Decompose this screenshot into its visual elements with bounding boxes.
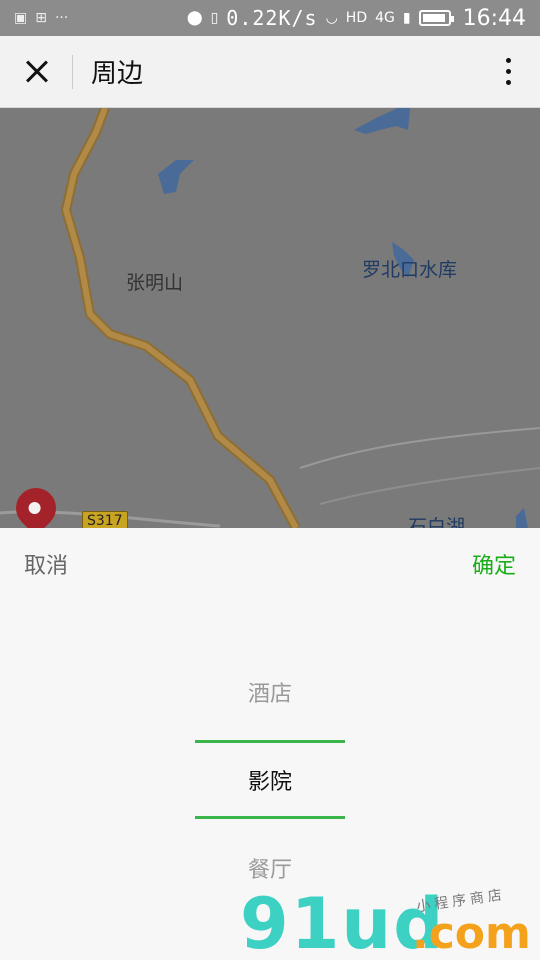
signal-icon: ▮: [402, 10, 411, 26]
picker-header: 取消 确定: [0, 528, 540, 600]
map-view[interactable]: 张明山 罗北口水库 石白湖 S317: [0, 108, 540, 528]
wifi-icon: ◡: [325, 10, 338, 26]
picker-option-restaurant[interactable]: 餐厅: [0, 852, 540, 884]
road-badge: S317: [82, 511, 128, 528]
status-right: ⬤ ▯ 0.22K/s ◡ HD 4G ▮ 16:44: [187, 6, 526, 31]
map-label-zhangming: 张明山: [126, 272, 184, 294]
vibrate-icon: ▯: [210, 10, 219, 26]
network-type: 4G: [375, 10, 395, 26]
selection-indicator-bottom: [195, 816, 345, 819]
cancel-button[interactable]: 取消: [24, 548, 68, 580]
page-title: 周边: [91, 59, 144, 89]
lake-shape: [354, 108, 410, 134]
title-divider: [72, 54, 73, 89]
selection-indicator-top: [195, 740, 345, 743]
map-canvas: [0, 108, 540, 528]
location-icon: ⬤: [186, 10, 203, 26]
map-label-luobei: 罗北口水库: [362, 259, 458, 281]
terrain-line: [319, 467, 540, 505]
lake-shape: [158, 160, 194, 194]
more-icon[interactable]: [504, 58, 512, 88]
hd-label: HD: [345, 10, 368, 26]
close-icon[interactable]: [20, 55, 54, 89]
battery-icon: [418, 10, 454, 26]
terrain-line: [299, 427, 540, 469]
image-icon: ▣: [14, 10, 28, 26]
status-bar: ▣ ⊞ ··· ⬤ ▯ 0.22K/s ◡ HD 4G ▮ 16:44: [0, 0, 540, 36]
map-label-shibai: 石白湖: [408, 516, 466, 528]
more-dots-icon: ···: [54, 10, 69, 26]
picker-option-cinema[interactable]: 影院: [0, 764, 540, 796]
watermark: 91ud .com 小程序商店: [240, 887, 540, 960]
confirm-button[interactable]: 确定: [472, 548, 516, 580]
status-left: ▣ ⊞ ···: [14, 10, 68, 26]
lake-shape: [516, 508, 528, 528]
status-time: 16:44: [462, 5, 526, 31]
title-bar: 周边: [0, 36, 540, 108]
network-speed: 0.22K/s: [226, 6, 318, 30]
watermark-domain: .com: [412, 908, 531, 959]
picker-option-hotel[interactable]: 酒店: [0, 676, 540, 708]
apps-icon: ⊞: [35, 10, 47, 26]
